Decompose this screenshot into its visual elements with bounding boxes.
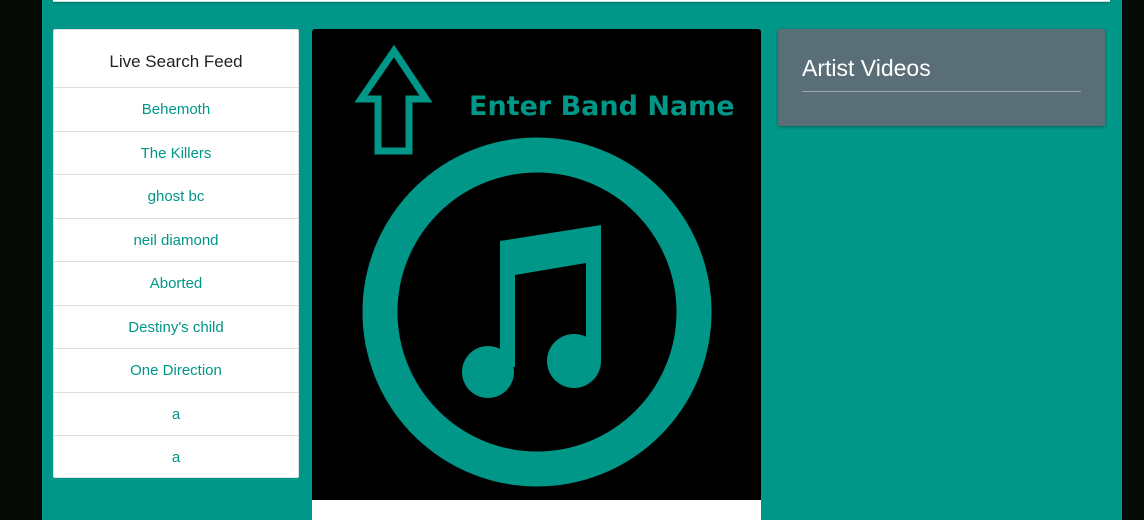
feed-item[interactable]: Behemoth bbox=[54, 88, 298, 132]
music-note-icon bbox=[362, 137, 712, 487]
feed-item[interactable]: a bbox=[54, 436, 298, 480]
feed-item[interactable]: The Killers bbox=[54, 132, 298, 175]
enter-band-name-label: Enter Band Name bbox=[469, 91, 735, 122]
feed-list: Behemoth The Killers ghost bc neil diamo… bbox=[54, 88, 298, 480]
artist-videos-title: Artist Videos bbox=[802, 55, 1081, 92]
live-search-feed: Live Search Feed Behemoth The Killers gh… bbox=[53, 29, 299, 478]
hero-image: Enter Band Name bbox=[312, 29, 761, 500]
feed-item[interactable]: One Direction bbox=[54, 349, 298, 393]
artist-videos-panel: Artist Videos bbox=[778, 29, 1105, 126]
feed-item[interactable]: a bbox=[54, 393, 298, 436]
feed-item[interactable]: Destiny's child bbox=[54, 306, 298, 349]
feed-item[interactable]: ghost bc bbox=[54, 175, 298, 219]
feed-item[interactable]: neil diamond bbox=[54, 219, 298, 262]
arrow-up-icon bbox=[354, 44, 433, 155]
hero-bottom-strip bbox=[312, 500, 761, 520]
feed-item[interactable]: Aborted bbox=[54, 262, 298, 306]
feed-title: Live Search Feed bbox=[54, 30, 298, 88]
top-search-bar[interactable] bbox=[53, 0, 1110, 2]
